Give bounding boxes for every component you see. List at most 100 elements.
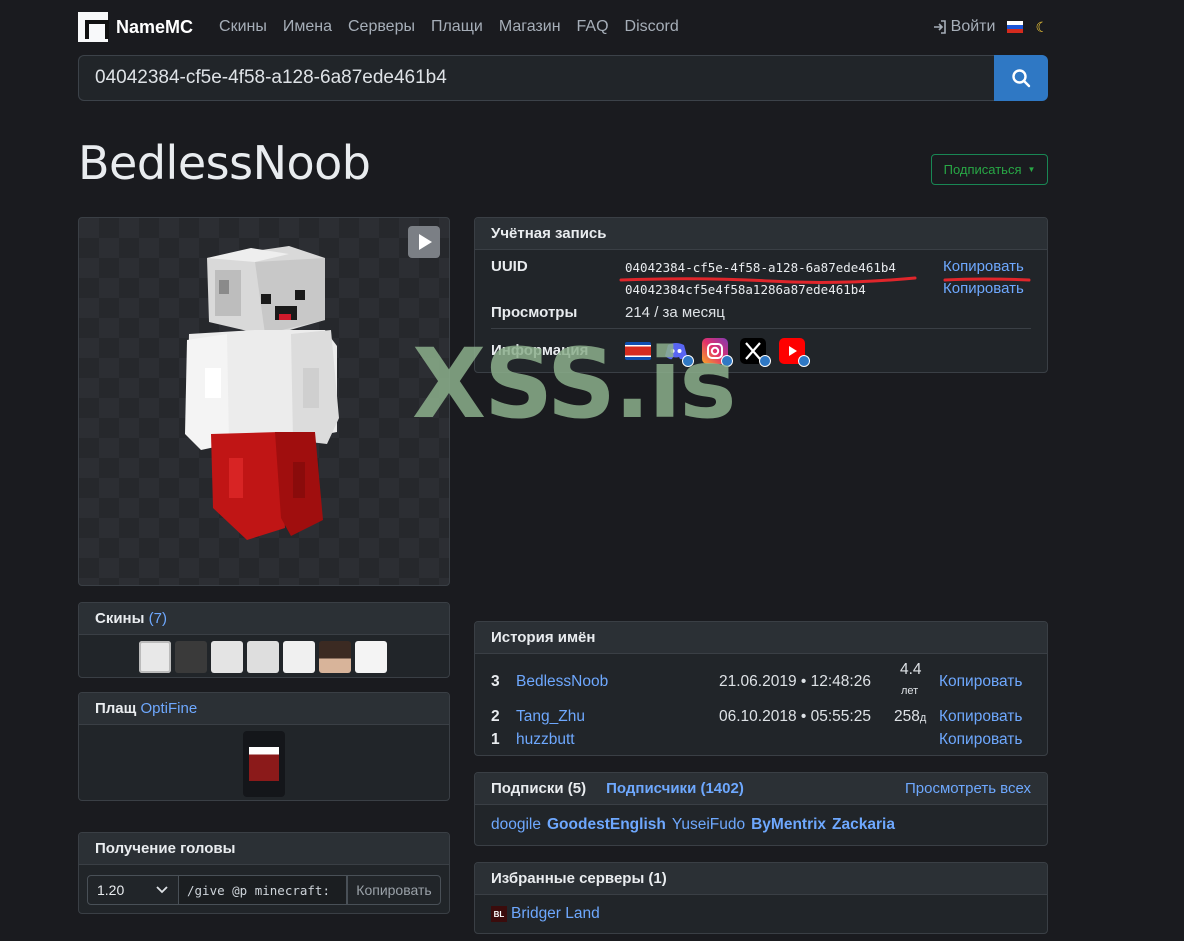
skin-viewer[interactable] — [78, 217, 450, 586]
navbar: NameMC Скины Имена Серверы Плащи Магазин… — [78, 12, 1048, 42]
following-user[interactable]: GoodestEnglish — [547, 816, 666, 834]
history-age-unit-3: лет — [901, 685, 919, 697]
verified-check-icon — [720, 355, 733, 367]
skin-thumbnail[interactable] — [247, 641, 279, 673]
head-card: Получение головы 1.20 /give @p minecraft… — [78, 832, 450, 914]
following-user[interactable]: ByMentrix — [751, 816, 826, 834]
following-user[interactable]: Zackaria — [832, 816, 895, 834]
verified-check-icon — [759, 355, 772, 367]
social-links — [625, 338, 813, 367]
follows-card-head: Подписки (5) Подписчики (1402) Просмотре… — [475, 773, 1047, 805]
skin-thumbnail[interactable] — [355, 641, 387, 673]
instagram-icon[interactable] — [701, 338, 733, 367]
subscribe-button[interactable]: Подписаться ▼ — [931, 154, 1048, 185]
history-name-2[interactable]: Tang_Zhu — [516, 708, 585, 726]
info-label: Информация — [491, 342, 589, 359]
cape-image[interactable] — [243, 731, 285, 797]
server-name: Bridger Land — [511, 905, 600, 922]
following-user[interactable]: doogile — [491, 816, 541, 834]
uuid-label: UUID — [491, 258, 528, 275]
login-label: Войти — [950, 18, 996, 35]
uuid-value[interactable]: 04042384-cf5e-4f58-a128-6a87ede461b4 — [625, 260, 896, 275]
skins-title: Скины — [95, 610, 145, 627]
favorite-servers-title: Избранные серверы (1) — [475, 863, 1047, 895]
head-command-field[interactable]: /give @p minecraft: — [179, 875, 347, 905]
skins-card: Скины (7) — [78, 602, 450, 678]
profile-name: BedlessNoob — [78, 136, 371, 190]
skins-card-title: Скины (7) — [79, 603, 449, 635]
caret-down-icon: ▼ — [1027, 165, 1036, 174]
search-icon — [1012, 69, 1031, 88]
north-korea-flag-icon[interactable] — [625, 342, 651, 360]
login-icon — [933, 20, 946, 34]
nav-link-shop[interactable]: Магазин — [499, 18, 561, 36]
search-button[interactable] — [994, 55, 1048, 101]
history-age-value-2: 258 — [894, 708, 920, 725]
favorite-servers-card: Избранные серверы (1) BL Bridger Land — [474, 862, 1048, 934]
skin-thumbnail[interactable] — [211, 641, 243, 673]
verified-check-icon — [682, 355, 695, 367]
history-age-2: 258д — [894, 708, 926, 726]
history-num-2: 2 — [491, 708, 500, 725]
search-input[interactable] — [78, 55, 994, 101]
subscribe-label: Подписаться — [943, 162, 1022, 177]
following-tab[interactable]: Подписки (5) — [491, 780, 586, 797]
nav-link-skins[interactable]: Скины — [219, 18, 267, 36]
chevron-down-icon — [156, 886, 168, 894]
nav-right: Войти ☾ — [932, 18, 1048, 36]
followers-tab[interactable]: Подписчики (1402) — [606, 780, 744, 797]
following-user[interactable]: YuseiFudo — [672, 816, 745, 834]
history-copy-1[interactable]: Копировать — [939, 731, 1022, 749]
copy-uuid-plain-button[interactable]: Копировать — [943, 280, 1024, 297]
skin-thumbnail[interactable] — [319, 641, 351, 673]
history-copy-2[interactable]: Копировать — [939, 708, 1022, 726]
cape-card: Плащ OptiFine — [78, 692, 450, 801]
skin-thumbnail[interactable] — [283, 641, 315, 673]
dark-mode-moon-icon[interactable]: ☾ — [1035, 19, 1048, 36]
history-name-1[interactable]: huzzbutt — [516, 731, 575, 749]
namemc-logo[interactable] — [78, 12, 109, 42]
following-list: doogile GoodestEnglish YuseiFudo ByMentr… — [491, 816, 895, 834]
verified-check-icon — [797, 355, 810, 367]
server-item[interactable]: BL Bridger Land — [491, 905, 600, 923]
views-label: Просмотры — [491, 304, 578, 321]
x-twitter-icon[interactable] — [740, 338, 772, 367]
head-card-title: Получение головы — [79, 833, 449, 865]
name-history-title: История имён — [475, 622, 1047, 654]
youtube-icon[interactable] — [778, 338, 810, 367]
history-copy-3[interactable]: Копировать — [939, 673, 1022, 691]
skin-thumbnail[interactable] — [139, 641, 171, 673]
history-num-1: 1 — [491, 731, 500, 748]
copy-uuid-button[interactable]: Копировать — [943, 258, 1024, 275]
uuid-plain-value[interactable]: 04042384cf5e4f58a1286a87ede461b4 — [625, 282, 866, 297]
language-flag-icon[interactable] — [1007, 21, 1024, 33]
cape-type-link[interactable]: OptiFine — [140, 700, 197, 717]
brand-name[interactable]: NameMC — [116, 17, 193, 38]
history-num-3: 3 — [491, 673, 500, 690]
nav-link-faq[interactable]: FAQ — [577, 18, 609, 36]
nav-link-names[interactable]: Имена — [283, 18, 332, 36]
skin-thumbnail[interactable] — [175, 641, 207, 673]
version-select[interactable]: 1.20 — [87, 875, 179, 905]
account-card: Учётная запись UUID 04042384-cf5e-4f58-a… — [474, 217, 1048, 373]
nav-link-servers[interactable]: Серверы — [348, 18, 415, 36]
name-history-card: История имён 3 BedlessNoob 21.06.2019 • … — [474, 621, 1048, 756]
view-all-link[interactable]: Просмотреть всех — [905, 780, 1031, 797]
discord-icon[interactable] — [663, 338, 695, 367]
server-icon: BL — [491, 906, 507, 922]
play-animation-button[interactable] — [408, 226, 440, 258]
nav-link-discord[interactable]: Discord — [625, 18, 679, 36]
account-card-title: Учётная запись — [475, 218, 1047, 250]
divider — [491, 328, 1031, 329]
copy-command-button[interactable]: Копировать — [347, 875, 441, 905]
history-name-3[interactable]: BedlessNoob — [516, 673, 608, 691]
skin-thumbnails — [139, 641, 391, 675]
login-link[interactable]: Войти — [932, 18, 996, 36]
version-value: 1.20 — [97, 882, 125, 898]
skins-count-link[interactable]: (7) — [149, 610, 167, 627]
cape-title: Плащ — [95, 700, 137, 717]
nav-link-capes[interactable]: Плащи — [431, 18, 483, 36]
history-date-2: 06.10.2018 • 05:55:25 — [719, 708, 871, 725]
history-age-unit-2: д — [919, 712, 927, 724]
views-value: 214 / за месяц — [625, 304, 725, 321]
